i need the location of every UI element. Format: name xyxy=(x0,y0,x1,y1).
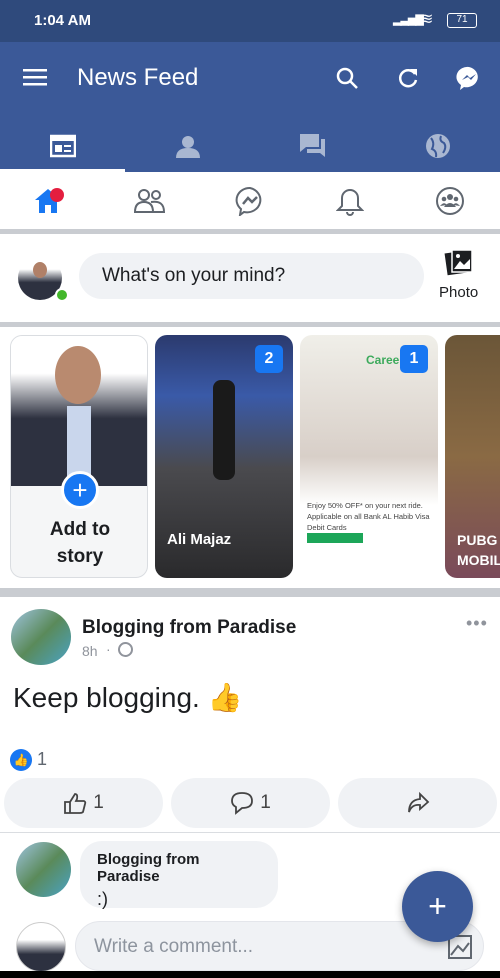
composer: What's on your mind? Photo xyxy=(0,234,500,322)
tab-newsfeed[interactable] xyxy=(0,122,125,170)
page-title: News Feed xyxy=(77,64,199,91)
story-person xyxy=(213,380,235,480)
search-icon[interactable] xyxy=(333,64,361,92)
status-bar: 1:04 AM ▂▃▅▇ ≋ 71 xyxy=(0,0,500,42)
share-button[interactable] xyxy=(338,778,497,828)
nav-notifications[interactable] xyxy=(300,172,400,229)
nav-messenger[interactable] xyxy=(200,172,300,229)
story-name: PUBG MOBILE xyxy=(457,532,500,568)
like-count: 1 xyxy=(93,792,104,813)
profile-icon xyxy=(175,136,200,158)
post-time[interactable]: 8h xyxy=(82,643,98,659)
online-indicator xyxy=(55,288,69,302)
chat-icon xyxy=(299,134,325,157)
thumbs-up-icon xyxy=(64,793,87,814)
top-tabs xyxy=(0,122,500,170)
bottom-nav xyxy=(0,172,500,229)
battery-icon: 71 xyxy=(447,13,477,28)
app-header: News Feed xyxy=(0,42,500,172)
photo-icon[interactable] xyxy=(443,246,475,278)
story-card[interactable]: Careers 1 Enjoy 50% OFF* on your next ri… xyxy=(300,335,438,578)
menu-icon[interactable] xyxy=(22,64,48,90)
ad-banner xyxy=(307,533,363,543)
reaction-count[interactable]: 1 xyxy=(37,749,47,770)
story-photo xyxy=(11,336,147,486)
notification-badge xyxy=(50,187,64,202)
add-story-icon[interactable]: + xyxy=(61,471,99,509)
my-avatar xyxy=(16,922,66,972)
groups-icon xyxy=(436,186,464,215)
newsfeed-icon xyxy=(49,134,76,158)
status-time: 1:04 AM xyxy=(34,12,91,29)
signal-icon: ▂▃▅▇ xyxy=(393,14,424,26)
nav-groups[interactable] xyxy=(400,172,500,229)
friends-icon xyxy=(134,188,166,213)
story-card[interactable]: 2 Ali Majaz xyxy=(155,335,293,578)
comment-text: :) xyxy=(97,889,108,909)
separator: · xyxy=(106,641,111,657)
like-button[interactable]: 1 xyxy=(4,778,163,828)
globe-icon xyxy=(425,134,450,158)
story-count-badge: 1 xyxy=(400,345,428,373)
like-reaction-icon: 👍 xyxy=(10,749,32,771)
floating-add-button[interactable]: + xyxy=(402,871,473,942)
wifi-icon: ≋ xyxy=(420,11,434,28)
bell-icon xyxy=(336,188,364,216)
nav-home[interactable] xyxy=(0,172,100,229)
nav-friends[interactable] xyxy=(100,172,200,229)
comment-count: 1 xyxy=(260,792,271,813)
add-story-label: Add to story xyxy=(49,519,111,567)
comment-author[interactable]: Blogging from Paradise xyxy=(97,851,261,885)
add-to-story-card[interactable]: + Add to story xyxy=(10,335,148,578)
photo-label[interactable]: Photo xyxy=(439,284,478,301)
post-text: Keep blogging. 👍 xyxy=(13,682,243,713)
tab-globe[interactable] xyxy=(375,122,500,170)
tab-chat[interactable] xyxy=(250,122,375,170)
divider xyxy=(0,832,500,833)
tab-profile[interactable] xyxy=(125,122,250,170)
globe-icon xyxy=(118,642,133,657)
comment-button[interactable]: 1 xyxy=(171,778,330,828)
story-name: Ali Majaz xyxy=(167,531,232,548)
share-icon xyxy=(407,791,429,813)
post-author[interactable]: Blogging from Paradise xyxy=(82,617,296,639)
more-options-icon[interactable]: ••• xyxy=(466,613,488,634)
comment-bubble: Blogging from Paradise :) xyxy=(80,841,278,909)
refresh-icon[interactable] xyxy=(394,64,422,92)
comment-icon xyxy=(231,792,254,815)
system-nav-bar xyxy=(0,971,500,978)
divider xyxy=(0,588,500,597)
commenter-avatar[interactable] xyxy=(16,842,71,897)
status-input[interactable]: What's on your mind? xyxy=(79,253,424,299)
home-icon xyxy=(35,187,64,213)
story-ad-text: Enjoy 50% OFF* on your next ride. Applic… xyxy=(307,501,430,532)
author-avatar[interactable] xyxy=(11,609,71,665)
story-count-badge: 2 xyxy=(255,345,283,373)
messenger-icon[interactable] xyxy=(455,64,483,92)
divider xyxy=(0,322,500,327)
messenger-icon xyxy=(235,186,262,216)
story-card[interactable]: PUBG MOBILE xyxy=(445,335,500,578)
